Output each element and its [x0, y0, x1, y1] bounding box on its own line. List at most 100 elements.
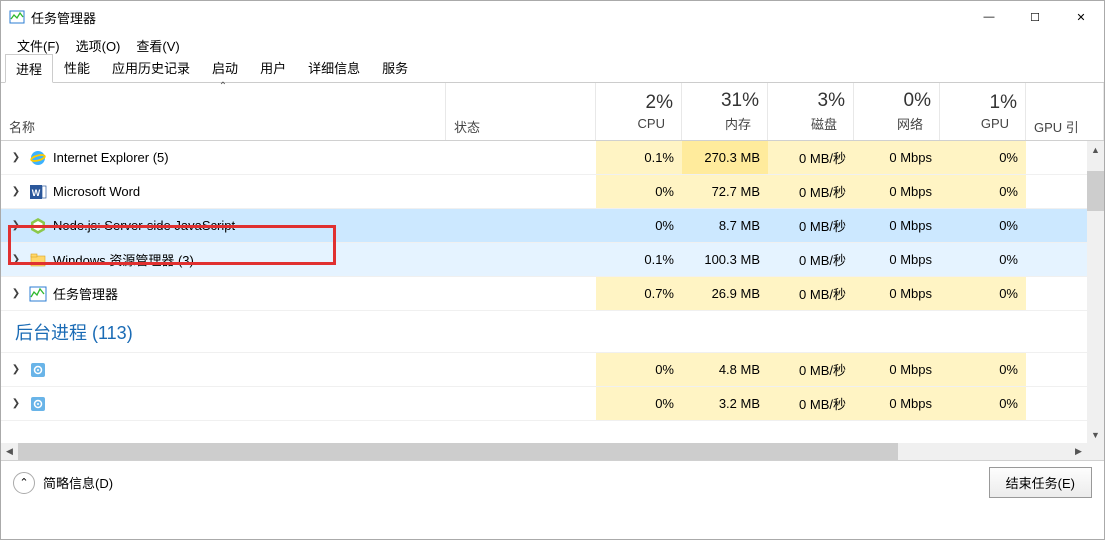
tabs: 进程 性能 应用历史记录 启动 用户 详细信息 服务	[1, 57, 1104, 83]
tab-startup[interactable]: 启动	[201, 53, 249, 82]
explorer-icon	[29, 251, 47, 269]
vertical-scrollbar[interactable]: ▲ ▼	[1087, 141, 1104, 443]
gpu-cell: 0%	[940, 243, 1026, 276]
column-headers: ⌃ 名称 状态 2% CPU 31% 内存 3% 磁盘 0% 网络 1% GPU…	[1, 83, 1104, 141]
expand-icon[interactable]: ❯	[9, 186, 23, 197]
svg-text:W: W	[32, 188, 41, 198]
process-name-cell: ❯ Node.js: Server-side JavaScript	[1, 217, 446, 235]
col-cpu[interactable]: 2% CPU	[596, 83, 682, 140]
process-name-cell: ❯ Internet Explorer (5)	[1, 149, 446, 167]
tab-details[interactable]: 详细信息	[297, 53, 371, 82]
taskmgr-icon	[29, 285, 47, 303]
chevron-up-icon: ⌃	[19, 476, 28, 489]
network-cell: 0 Mbps	[854, 243, 940, 276]
taskmgr-icon	[9, 9, 25, 25]
expand-icon[interactable]: ❯	[9, 288, 23, 299]
close-button[interactable]: ✕	[1058, 1, 1104, 33]
memory-cell: 270.3 MB	[682, 141, 768, 174]
cpu-cell: 0%	[596, 387, 682, 420]
cpu-cell: 0.1%	[596, 141, 682, 174]
memory-cell: 4.8 MB	[682, 353, 768, 386]
scroll-right-icon[interactable]: ▶	[1070, 443, 1087, 460]
expand-icon[interactable]: ❯	[9, 220, 23, 231]
cpu-cell: 0%	[596, 175, 682, 208]
col-disk[interactable]: 3% 磁盘	[768, 83, 854, 140]
expand-icon[interactable]: ❯	[9, 364, 23, 375]
memory-cell: 26.9 MB	[682, 277, 768, 310]
memory-cell: 100.3 MB	[682, 243, 768, 276]
collapse-toggle[interactable]: ⌃	[13, 472, 35, 494]
process-row[interactable]: ❯0%3.2 MB0 MB/秒0 Mbps0%	[1, 387, 1104, 421]
memory-cell: 3.2 MB	[682, 387, 768, 420]
expand-icon[interactable]: ❯	[9, 398, 23, 409]
titlebar[interactable]: 任务管理器 — ☐ ✕	[1, 1, 1104, 33]
process-name-label: 任务管理器	[53, 284, 118, 303]
network-cell: 0 Mbps	[854, 141, 940, 174]
network-cell: 0 Mbps	[854, 209, 940, 242]
process-row[interactable]: ❯ 任务管理器 0.7%26.9 MB0 MB/秒0 Mbps0%	[1, 277, 1104, 311]
maximize-button[interactable]: ☐	[1012, 1, 1058, 33]
process-name-label: Node.js: Server-side JavaScript	[53, 218, 235, 233]
expand-icon[interactable]: ❯	[9, 254, 23, 265]
brief-info-link[interactable]: 简略信息(D)	[43, 473, 113, 492]
network-cell: 0 Mbps	[854, 387, 940, 420]
end-task-button[interactable]: 结束任务(E)	[989, 467, 1092, 498]
disk-cell: 0 MB/秒	[768, 387, 854, 420]
col-gpu-engine[interactable]: GPU 引	[1026, 83, 1104, 140]
cpu-cell: 0.7%	[596, 277, 682, 310]
network-cell: 0 Mbps	[854, 353, 940, 386]
network-cell: 0 Mbps	[854, 277, 940, 310]
disk-cell: 0 MB/秒	[768, 277, 854, 310]
tab-performance[interactable]: 性能	[53, 53, 101, 82]
scroll-left-icon[interactable]: ◀	[1, 443, 18, 460]
hscrollbar-thumb[interactable]	[18, 443, 898, 460]
process-name-label: Microsoft Word	[53, 184, 140, 199]
gpu-cell: 0%	[940, 175, 1026, 208]
col-memory[interactable]: 31% 内存	[682, 83, 768, 140]
scrollbar-thumb[interactable]	[1087, 171, 1104, 211]
ie-icon	[29, 149, 47, 167]
gear-icon	[29, 395, 47, 413]
disk-cell: 0 MB/秒	[768, 175, 854, 208]
process-name-cell: ❯ W Microsoft Word	[1, 183, 446, 201]
gpu-cell: 0%	[940, 141, 1026, 174]
process-row[interactable]: ❯Node.js: Server-side JavaScript0%8.7 MB…	[1, 209, 1104, 243]
process-row[interactable]: ❯Windows 资源管理器 (3) 0.1%100.3 MB0 MB/秒0 Mb…	[1, 243, 1104, 277]
section-background-processes: 后台进程 (113)	[1, 311, 1104, 353]
gpu-cell: 0%	[940, 209, 1026, 242]
tab-services[interactable]: 服务	[371, 53, 419, 82]
minimize-button[interactable]: —	[966, 1, 1012, 33]
col-network[interactable]: 0% 网络	[854, 83, 940, 140]
window-title: 任务管理器	[31, 8, 966, 27]
process-row[interactable]: ❯ Internet Explorer (5) 0.1%270.3 MB0 MB/秒…	[1, 141, 1104, 175]
tab-users[interactable]: 用户	[249, 53, 297, 82]
col-name[interactable]: ⌃ 名称	[1, 83, 446, 140]
tab-processes[interactable]: 进程	[5, 54, 53, 83]
word-icon: W	[29, 183, 47, 201]
cpu-cell: 0.1%	[596, 243, 682, 276]
scroll-down-icon[interactable]: ▼	[1087, 426, 1104, 443]
process-name-cell: ❯ 任务管理器	[1, 284, 446, 303]
process-row[interactable]: ❯WMicrosoft Word0%72.7 MB0 MB/秒0 Mbps0%	[1, 175, 1104, 209]
memory-cell: 8.7 MB	[682, 209, 768, 242]
disk-cell: 0 MB/秒	[768, 353, 854, 386]
tab-app-history[interactable]: 应用历史记录	[101, 53, 201, 82]
disk-cell: 0 MB/秒	[768, 141, 854, 174]
network-cell: 0 Mbps	[854, 175, 940, 208]
col-gpu[interactable]: 1% GPU	[940, 83, 1026, 140]
process-name-label: Internet Explorer (5)	[53, 150, 169, 165]
process-row[interactable]: ❯0%4.8 MB0 MB/秒0 Mbps0%	[1, 353, 1104, 387]
scroll-up-icon[interactable]: ▲	[1087, 141, 1104, 158]
process-name-cell: ❯Windows 资源管理器 (3)	[1, 250, 446, 269]
disk-cell: 0 MB/秒	[768, 243, 854, 276]
process-list: ❯Internet Explorer (5)0.1%270.3 MB0 MB/秒…	[1, 141, 1104, 443]
cpu-cell: 0%	[596, 209, 682, 242]
col-status[interactable]: 状态	[446, 83, 596, 140]
gpu-cell: 0%	[940, 353, 1026, 386]
sort-indicator-icon: ⌃	[219, 81, 227, 92]
disk-cell: 0 MB/秒	[768, 209, 854, 242]
horizontal-scrollbar[interactable]: ◀ ▶	[1, 443, 1104, 460]
gpu-cell: 0%	[940, 277, 1026, 310]
expand-icon[interactable]: ❯	[9, 152, 23, 163]
gear-icon	[29, 361, 47, 379]
